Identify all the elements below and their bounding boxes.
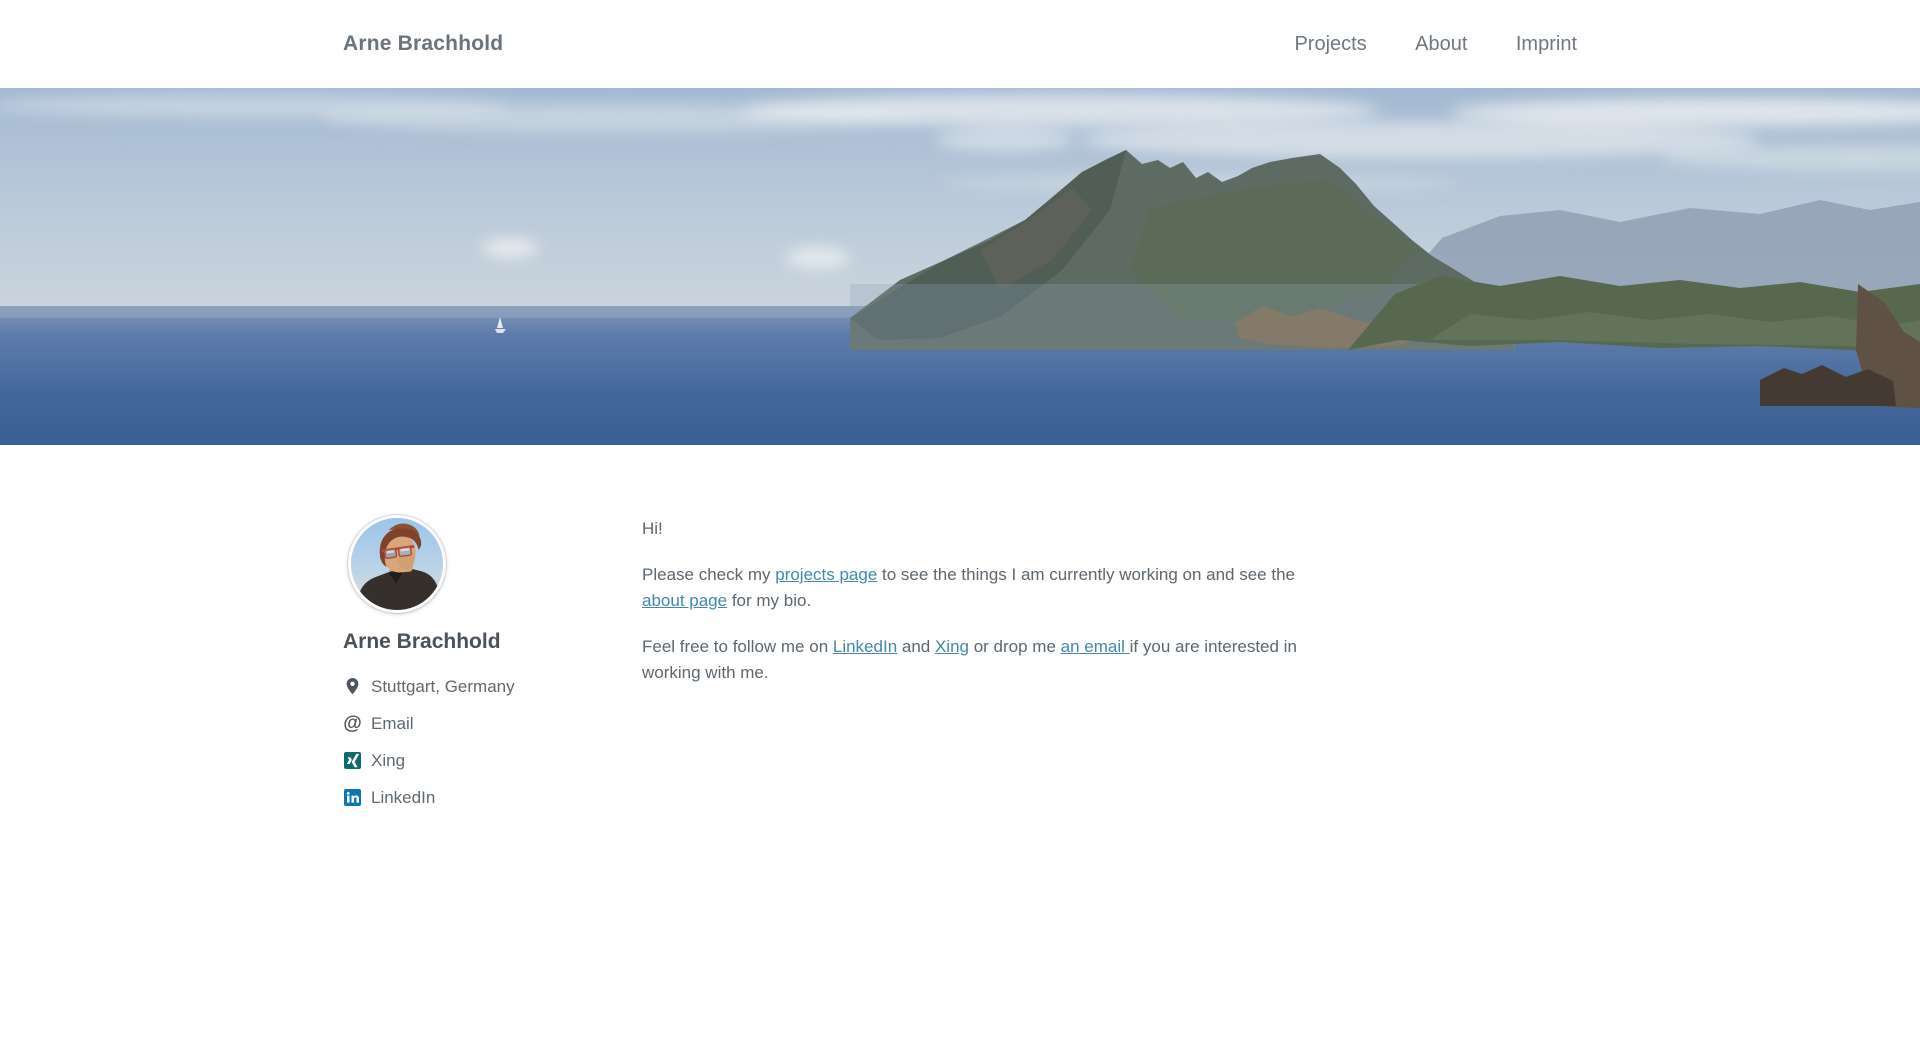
linkedin-text-link[interactable]: LinkedIn (833, 637, 897, 656)
site-brand-link[interactable]: Arne Brachhold (343, 32, 503, 56)
location-pin-icon (343, 677, 362, 696)
nav-link-imprint[interactable]: Imprint (1516, 33, 1577, 55)
contact-label-linkedin: LinkedIn (371, 788, 435, 808)
text-segment: or drop me (969, 637, 1061, 656)
nav-link-projects[interactable]: Projects (1294, 33, 1366, 55)
profile-name: Arne Brachhold (343, 630, 642, 654)
contact-item-linkedin: LinkedIn (343, 779, 642, 816)
contact-label-xing: Xing (371, 751, 405, 771)
contact-list: Stuttgart, Germany @ Email (343, 668, 642, 816)
main-nav: Projects About Imprint (1250, 33, 1577, 56)
hero-image (0, 88, 1920, 445)
greeting-text: Hi! (642, 516, 1322, 542)
email-text-link[interactable]: an email (1061, 637, 1130, 656)
contact-item-xing: Xing (343, 742, 642, 779)
paragraph-contact: Feel free to follow me on LinkedIn and X… (642, 634, 1322, 686)
email-link[interactable]: @ Email (343, 714, 414, 734)
profile-section: Arne Brachhold Stuttgart, Germany (0, 445, 1920, 876)
site-header: Arne Brachhold Projects About Imprint (0, 0, 1920, 88)
text-segment: Please check my (642, 565, 775, 584)
contact-item-location: Stuttgart, Germany (343, 668, 642, 705)
xing-profile-link[interactable]: Xing (343, 751, 405, 771)
paragraph-projects: Please check my projects page to see the… (642, 562, 1322, 614)
linkedin-profile-link[interactable]: LinkedIn (343, 788, 435, 808)
projects-page-link[interactable]: projects page (775, 565, 877, 584)
intro-text: Hi! Please check my projects page to see… (642, 515, 1322, 686)
about-page-link[interactable]: about page (642, 591, 727, 610)
at-sign-icon: @ (343, 714, 362, 733)
text-segment: for my bio. (727, 591, 811, 610)
text-segment: Feel free to follow me on (642, 637, 833, 656)
linkedin-icon (343, 788, 362, 807)
avatar (348, 515, 446, 613)
contact-label-location: Stuttgart, Germany (371, 677, 515, 697)
nav-link-about[interactable]: About (1415, 33, 1467, 55)
text-segment: and (897, 637, 935, 656)
contact-item-email: @ Email (343, 705, 642, 742)
xing-icon (343, 751, 362, 770)
text-segment: to see the things I am currently working… (877, 565, 1295, 584)
contact-label-email: Email (371, 714, 414, 734)
profile-sidebar: Arne Brachhold Stuttgart, Germany (343, 515, 642, 816)
xing-text-link[interactable]: Xing (935, 637, 969, 656)
